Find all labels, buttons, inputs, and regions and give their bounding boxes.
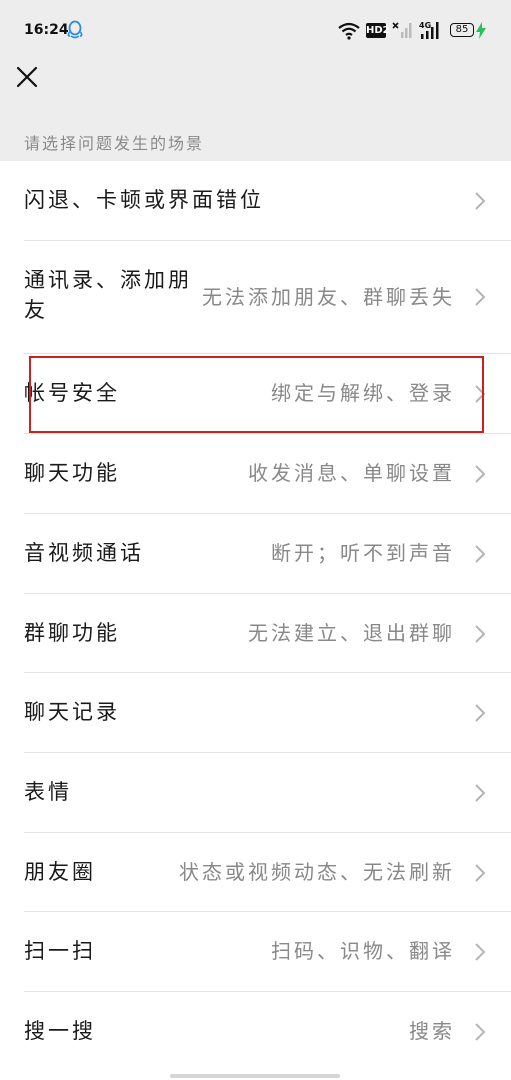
chevron-right-icon <box>475 385 486 403</box>
list-item-title: 扫一扫 <box>24 939 96 963</box>
qq-notification-icon <box>67 20 83 39</box>
scenario-list: 闪退、卡顿或界面错位 通讯录、添加朋友 无法添加朋友、群聊丢失 帐号安全 绑定与… <box>0 161 511 1080</box>
list-item-title: 表情 <box>24 780 72 804</box>
list-item-title: 聊天记录 <box>24 700 120 724</box>
wifi-icon <box>338 22 360 40</box>
list-item-subtitle: 断开；听不到声音 <box>271 541 455 565</box>
signal-no-service-icon <box>392 22 412 38</box>
list-item-search[interactable]: 搜一搜 搜索 <box>0 992 511 1072</box>
list-item-stickers[interactable]: 表情 <box>0 753 511 833</box>
list-item-account-security[interactable]: 帐号安全 绑定与解绑、登录 <box>0 354 511 434</box>
list-item-subtitle: 收发消息、单聊设置 <box>248 461 455 485</box>
list-item-title: 帐号安全 <box>24 381 120 405</box>
list-item-subtitle: 无法建立、退出群聊 <box>248 621 455 645</box>
list-item-subtitle: 无法添加朋友、群聊丢失 <box>202 285 455 309</box>
charging-bolt-icon <box>476 22 486 39</box>
list-item-chat-history[interactable]: 聊天记录 <box>0 673 511 753</box>
battery-indicator: 85 <box>450 23 474 37</box>
list-item-subtitle: 扫码、识物、翻译 <box>271 939 455 963</box>
chevron-right-icon <box>475 288 486 306</box>
chevron-right-icon <box>475 192 486 210</box>
chevron-right-icon <box>475 625 486 643</box>
hd-voice-badge: HD2 <box>366 23 390 38</box>
list-item-subtitle: 状态或视频动态、无法刷新 <box>179 860 455 884</box>
list-item-title: 聊天功能 <box>24 461 120 485</box>
close-icon[interactable] <box>12 62 42 92</box>
list-item-crash[interactable]: 闪退、卡顿或界面错位 <box>0 161 511 241</box>
home-indicator <box>170 1074 340 1078</box>
signal-4g-icon: 4G <box>419 21 439 39</box>
list-item-title: 群聊功能 <box>24 621 120 645</box>
list-item-title: 音视频通话 <box>24 541 144 565</box>
list-item-subtitle: 绑定与解绑、登录 <box>271 381 455 405</box>
list-item-title: 通讯录、添加朋友 <box>24 268 192 322</box>
chevron-right-icon <box>475 864 486 882</box>
list-item-scan[interactable]: 扫一扫 扫码、识物、翻译 <box>0 912 511 992</box>
list-item-subtitle: 搜索 <box>409 1019 455 1043</box>
chevron-right-icon <box>475 465 486 483</box>
status-bar: 16:24 HD2 4G 85 <box>0 0 511 62</box>
list-item-chat-functions[interactable]: 聊天功能 收发消息、单聊设置 <box>0 434 511 514</box>
status-time: 16:24 <box>24 22 69 38</box>
chevron-right-icon <box>475 784 486 802</box>
list-item-title: 搜一搜 <box>24 1019 96 1043</box>
chevron-right-icon <box>475 704 486 722</box>
section-label: 请选择问题发生的场景 <box>24 134 205 153</box>
chevron-right-icon <box>475 1023 486 1041</box>
list-item-contacts[interactable]: 通讯录、添加朋友 无法添加朋友、群聊丢失 <box>0 241 511 354</box>
chevron-right-icon <box>475 545 486 563</box>
list-item-title: 闪退、卡顿或界面错位 <box>24 188 264 212</box>
chevron-right-icon <box>475 943 486 961</box>
list-item-group-chat[interactable]: 群聊功能 无法建立、退出群聊 <box>0 594 511 673</box>
list-item-moments[interactable]: 朋友圈 状态或视频动态、无法刷新 <box>0 833 511 912</box>
list-item-title: 朋友圈 <box>24 860 96 884</box>
list-item-av-call[interactable]: 音视频通话 断开；听不到声音 <box>0 514 511 594</box>
svg-text:4G: 4G <box>419 21 431 30</box>
